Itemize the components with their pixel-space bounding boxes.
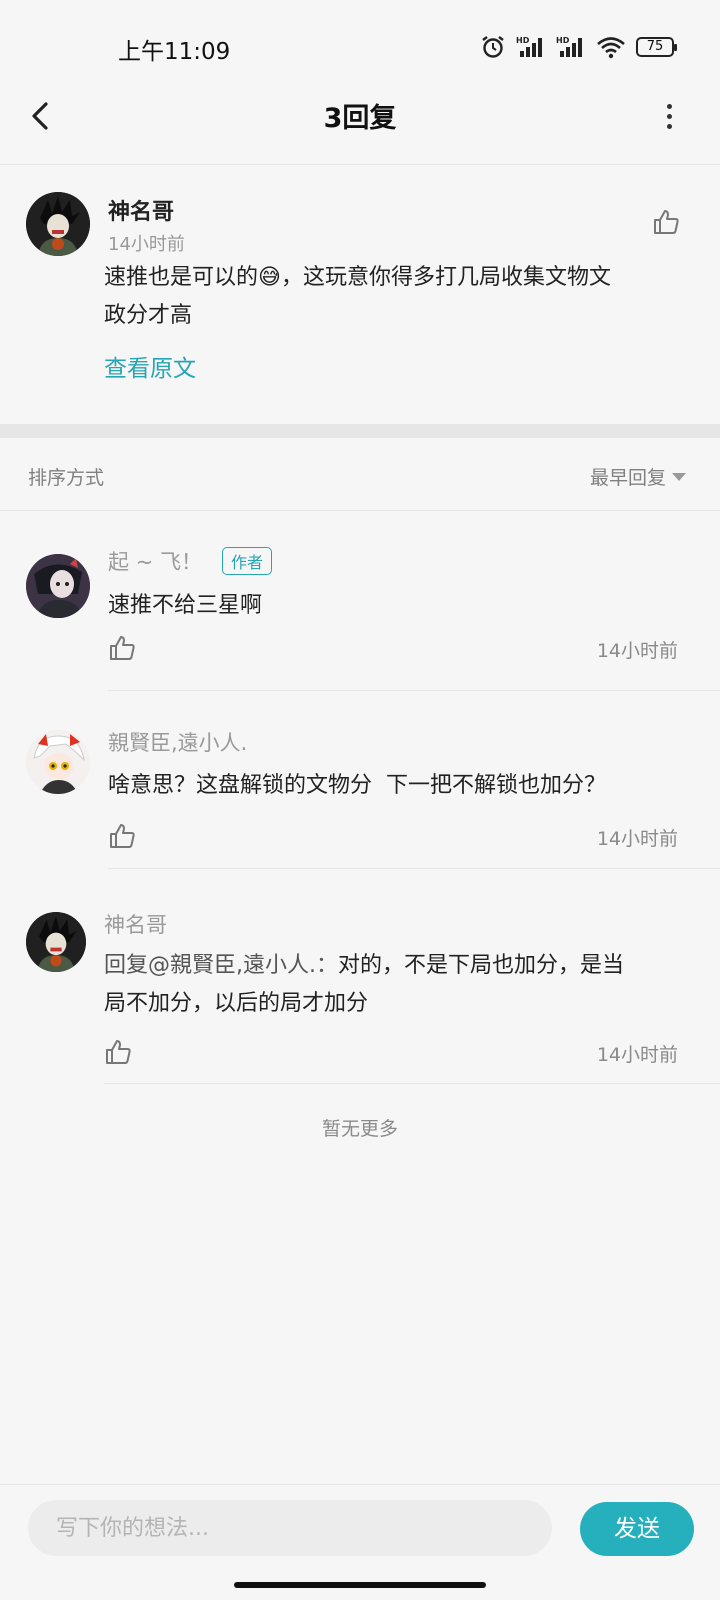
signal-hd-icon-2: HD — [556, 36, 582, 57]
comment-time: 14小时前 — [108, 234, 185, 255]
avatar-image — [26, 730, 90, 794]
no-more-label: 暂无更多 — [321, 1118, 398, 1140]
comment-text-part: 速推也是可以的 — [104, 265, 259, 290]
like-button[interactable] — [652, 208, 680, 240]
like-button[interactable] — [108, 634, 136, 666]
comment-text: 速推也是可以的😅，这玩意你得多打几局收集文物文 政分才高 — [104, 259, 684, 335]
comment-author[interactable]: 神名哥 — [108, 194, 174, 226]
reply-divider — [108, 690, 720, 691]
avatar[interactable] — [26, 912, 86, 972]
battery-indicator: 75 — [636, 37, 677, 57]
view-original-link[interactable]: 查看原文 — [104, 349, 196, 383]
svg-text:HD: HD — [556, 36, 570, 45]
sort-divider — [0, 510, 720, 511]
more-dot-icon — [666, 104, 672, 109]
reply-time: 14小时前 — [596, 1044, 678, 1066]
like-button[interactable] — [108, 822, 136, 854]
thumbs-up-icon — [110, 824, 135, 848]
page-title: 3回复 — [323, 103, 397, 134]
sort-dropdown[interactable]: 最早回复 — [590, 463, 686, 490]
status-icons: HD HD 75 — [480, 34, 677, 60]
comment-text-part: ，这玩意你得多打几局收集文物文 — [280, 265, 611, 290]
avatar[interactable] — [26, 554, 90, 618]
reply-text-part: 对的，不是下局也加分，是当 — [338, 953, 625, 978]
reply-divider — [104, 1083, 720, 1084]
sort-label: 排序方式 — [28, 467, 105, 489]
more-dot-icon — [666, 124, 672, 129]
comment-input[interactable] — [28, 1500, 552, 1556]
reply-text: 速推不给三星啊 — [108, 593, 263, 618]
more-menu-button[interactable] — [664, 104, 674, 134]
reply-text: 啥意思？这盘解锁的文物分 下一把不解锁也加分？ — [108, 773, 606, 798]
composer-divider — [0, 1484, 720, 1485]
reply-text-line-2: 局不加分，以后的局才加分 — [104, 991, 369, 1016]
thumbs-up-icon — [110, 636, 135, 660]
svg-text:HD: HD — [516, 36, 530, 45]
reply-divider — [108, 868, 720, 869]
sort-value: 最早回复 — [589, 467, 666, 489]
avatar-image — [26, 554, 90, 618]
reply-header: 起 ~ 飞！ 作者 — [108, 546, 272, 576]
reply-text: 回复@親賢臣,遠小人.：对的，不是下局也加分，是当 局不加分，以后的局才加分 — [104, 947, 704, 1023]
more-dot-icon — [666, 114, 672, 119]
thumbs-up-icon — [106, 1040, 131, 1064]
like-button[interactable] — [104, 1038, 132, 1070]
avatar-image — [26, 192, 90, 256]
author-badge: 作者 — [221, 547, 272, 575]
alarm-icon — [482, 36, 504, 58]
section-divider — [0, 424, 720, 438]
thumbs-up-icon — [654, 210, 679, 234]
avatar-image — [26, 912, 86, 972]
reply-author[interactable]: 神名哥 — [104, 909, 167, 939]
dropdown-arrow-icon — [672, 472, 686, 481]
reply-author[interactable]: 起 ~ 飞！ — [108, 546, 202, 576]
avatar[interactable] — [26, 730, 90, 794]
reply-text-line-1: 回复@親賢臣,遠小人.：对的，不是下局也加分，是当 — [104, 947, 704, 985]
status-time: 上午11:09 — [118, 39, 231, 65]
comment-text-line-2: 政分才高 — [104, 303, 193, 328]
signal-hd-icon: HD — [516, 36, 542, 57]
avatar[interactable] — [26, 192, 90, 256]
wifi-icon — [597, 37, 625, 59]
header-divider — [0, 164, 720, 165]
reply-author[interactable]: 親賢臣,遠小人. — [108, 727, 247, 757]
reply-time: 14小时前 — [596, 640, 678, 662]
reply-time: 14小时前 — [596, 828, 678, 850]
reply-mention[interactable]: 回复@親賢臣,遠小人.： — [104, 953, 338, 978]
home-indicator[interactable] — [234, 1582, 486, 1588]
comment-text-line-1: 速推也是可以的😅，这玩意你得多打几局收集文物文 — [104, 259, 684, 297]
send-button[interactable]: 发送 — [580, 1502, 694, 1556]
emoji-sweat-smile: 😅 — [258, 265, 281, 290]
